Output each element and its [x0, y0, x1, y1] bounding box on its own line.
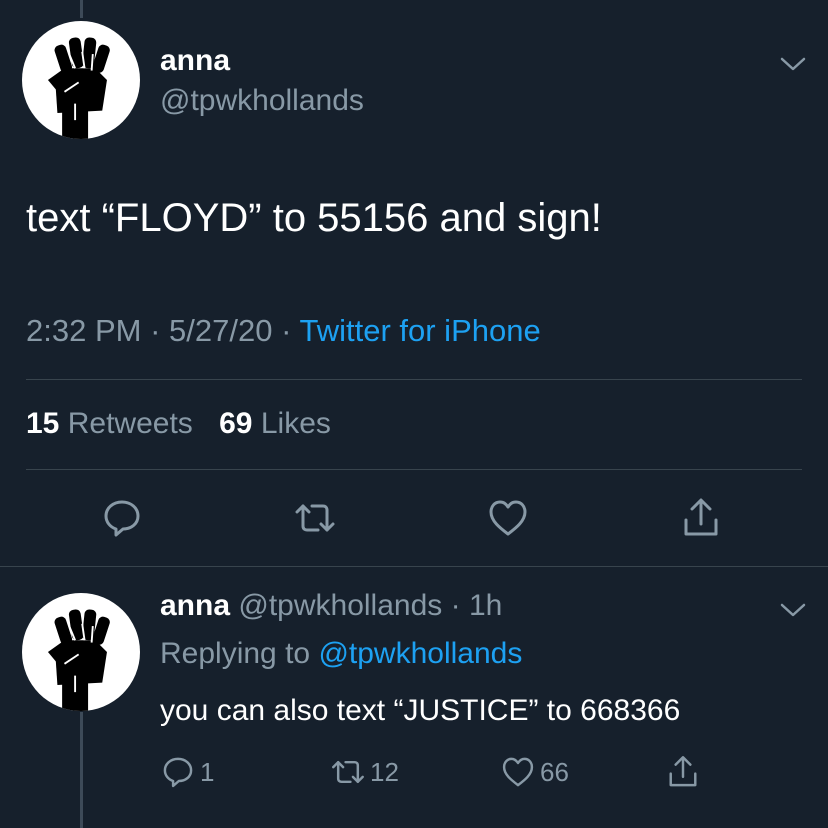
- author-name[interactable]: anna: [160, 44, 230, 78]
- reply-author-name[interactable]: anna: [160, 589, 230, 622]
- reply-button[interactable]: [100, 496, 144, 540]
- meta-separator: ·: [150, 313, 161, 348]
- meta-separator: ·: [281, 313, 292, 348]
- reply-like-count: 66: [540, 756, 569, 787]
- divider: [0, 566, 828, 567]
- divider: [26, 379, 802, 380]
- reply-share-button[interactable]: [665, 752, 701, 792]
- replying-to-handle[interactable]: @tpwkhollands: [318, 637, 522, 670]
- share-icon: [684, 498, 718, 536]
- share-icon: [669, 756, 697, 787]
- retweets-stat[interactable]: 15 Retweets: [26, 407, 193, 440]
- tweet-stats: 15 Retweets 69 Likes: [26, 407, 331, 441]
- thread-line-top: [80, 0, 83, 18]
- retweet-icon: [295, 504, 335, 532]
- likes-label: Likes: [260, 407, 331, 440]
- retweets-label: Retweets: [67, 407, 193, 440]
- reply-icon: [163, 757, 193, 788]
- avatar[interactable]: [22, 21, 140, 139]
- likes-count: 69: [219, 407, 253, 440]
- retweet-button[interactable]: [293, 496, 337, 540]
- thread-line-bottom: [80, 712, 83, 828]
- tweet-source-link[interactable]: Twitter for iPhone: [299, 313, 540, 348]
- reply-like-button[interactable]: 66: [500, 752, 569, 792]
- like-button[interactable]: [486, 496, 530, 540]
- reply-separator: ·: [450, 589, 461, 622]
- tweet-date: 5/27/20: [169, 313, 273, 348]
- author-handle[interactable]: @tpwkhollands: [160, 84, 364, 118]
- replying-to: Replying to @tpwkhollands: [160, 637, 522, 671]
- raised-fist-icon: [47, 609, 110, 711]
- reply-author-handle[interactable]: @tpwkhollands: [238, 589, 442, 622]
- likes-stat[interactable]: 69 Likes: [219, 407, 331, 440]
- tweet-time: 2:32 PM: [26, 313, 142, 348]
- raised-fist-icon: [47, 37, 110, 139]
- reply-icon: [104, 500, 140, 537]
- reply-reply-count: 1: [200, 756, 215, 787]
- reply-retweet-button[interactable]: 12: [330, 752, 399, 792]
- chevron-down-icon[interactable]: [780, 56, 806, 72]
- divider: [26, 469, 802, 470]
- replying-to-label: Replying to: [160, 637, 311, 670]
- tweet-meta: 2:32 PM · 5/27/20 · Twitter for iPhone: [26, 313, 541, 349]
- reply-text: you can also text “JUSTICE” to 668366: [160, 694, 681, 727]
- reply-avatar[interactable]: [22, 593, 140, 711]
- retweet-icon: [332, 760, 364, 784]
- reply-retweet-count: 12: [370, 756, 399, 787]
- retweets-count: 15: [26, 407, 60, 440]
- reply-header: anna @tpwkhollands · 1h: [160, 589, 502, 623]
- reply-age: 1h: [468, 589, 503, 622]
- reply-reply-button[interactable]: 1: [160, 752, 214, 792]
- like-icon: [502, 757, 534, 787]
- chevron-down-icon[interactable]: [780, 602, 806, 618]
- share-button[interactable]: [679, 496, 723, 540]
- like-icon: [489, 500, 527, 536]
- tweet-text: text “FLOYD” to 55156 and sign!: [26, 196, 602, 240]
